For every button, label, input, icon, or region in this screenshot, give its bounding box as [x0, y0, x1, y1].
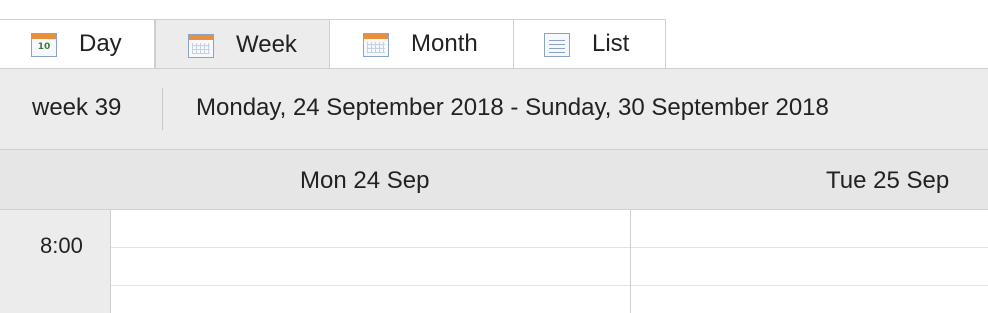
- calendar-month-icon: [363, 31, 389, 57]
- calendar-week-icon: [188, 32, 214, 58]
- day-slot-tue[interactable]: [631, 210, 988, 313]
- header-divider: [162, 88, 163, 130]
- calendar-list-icon: [544, 31, 570, 57]
- time-column: 8:00: [0, 210, 111, 313]
- tab-week-label: Week: [236, 30, 297, 58]
- tab-list[interactable]: List: [513, 19, 666, 68]
- day-header-tue[interactable]: Tue 25 Sep: [826, 167, 949, 195]
- week-header: week 39 Monday, 24 September 2018 - Sund…: [0, 68, 988, 150]
- date-range: Monday, 24 September 2018 - Sunday, 30 S…: [196, 94, 829, 121]
- time-grid: [111, 210, 988, 313]
- tab-month[interactable]: Month: [329, 19, 514, 68]
- tab-month-label: Month: [411, 30, 478, 57]
- day-header-row: Mon 24 Sep Tue 25 Sep: [0, 150, 988, 210]
- tab-week[interactable]: Week: [155, 19, 330, 69]
- tab-day[interactable]: 10 Day: [0, 19, 155, 68]
- calendar-day-icon: 10: [31, 31, 57, 57]
- day-slot-mon[interactable]: [111, 210, 630, 313]
- tab-list-label: List: [592, 30, 630, 57]
- tab-day-label: Day: [79, 30, 122, 57]
- view-tabs: 10 Day Week Month List: [0, 0, 988, 69]
- week-number: week 39: [32, 94, 122, 121]
- day-header-mon[interactable]: Mon 24 Sep: [300, 167, 429, 195]
- time-label: 8:00: [40, 233, 83, 258]
